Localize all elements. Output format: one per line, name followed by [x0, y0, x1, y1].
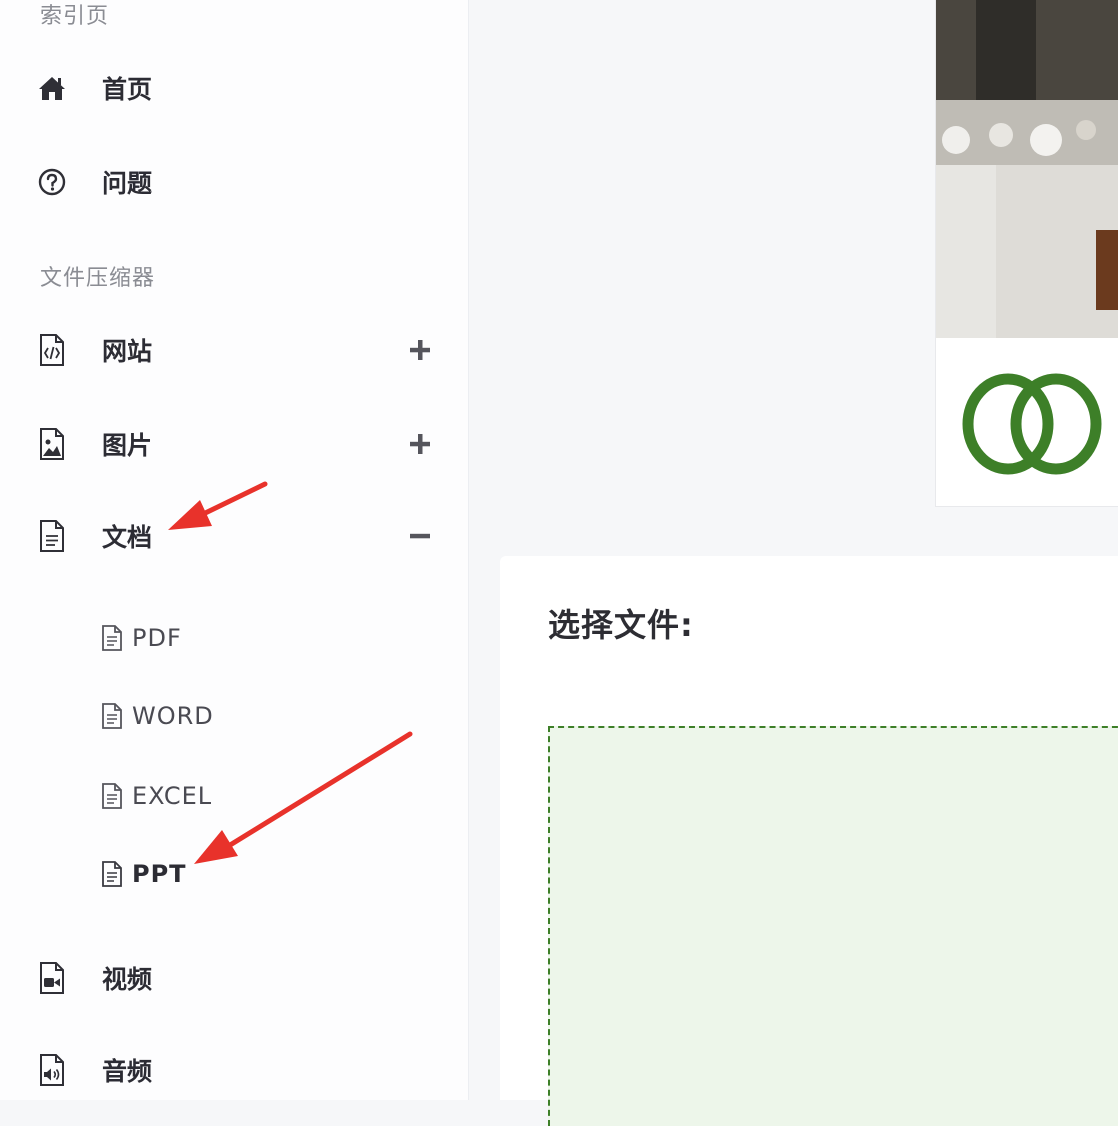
file-drop-zone[interactable] — [548, 726, 1118, 1126]
sidebar-item-label: 首页 — [102, 75, 153, 104]
help-circle-icon — [36, 166, 68, 198]
sidebar-item-label: 视频 — [102, 965, 153, 994]
file-select-card: 选择文件: — [500, 556, 1118, 1126]
preview-card — [935, 0, 1118, 507]
preview-photo — [936, 0, 1118, 338]
sidebar-item-video[interactable]: 视频 — [0, 948, 468, 1008]
sidebar-subitem-label: EXCEL — [132, 782, 213, 810]
expand-plus-icon[interactable] — [404, 428, 436, 460]
section-title-compressor: 文件压缩器 — [40, 266, 156, 291]
sidebar-subitem-ppt[interactable]: PPT — [100, 854, 187, 894]
sidebar-subitem-label: PPT — [132, 860, 187, 888]
sidebar-subitem-word[interactable]: WORD — [100, 696, 214, 736]
sidebar-item-label: 网站 — [102, 337, 153, 366]
sidebar-item-documents[interactable]: 文档 — [0, 506, 468, 566]
video-file-icon — [36, 962, 68, 994]
section-title-index: 索引页 — [40, 4, 110, 29]
brand-logo-icon — [962, 372, 1102, 484]
sidebar-item-label: 文档 — [102, 523, 153, 552]
sidebar-item-audio[interactable]: 音频 — [0, 1040, 468, 1100]
sidebar-item-website[interactable]: 网站 — [0, 320, 468, 380]
document-small-icon — [100, 623, 126, 653]
code-file-icon — [36, 334, 68, 366]
image-file-icon — [36, 428, 68, 460]
page-title: 选择文件: — [548, 606, 694, 644]
sidebar-subitem-excel[interactable]: EXCEL — [100, 776, 212, 816]
sidebar-item-label: 问题 — [102, 169, 153, 198]
sidebar-subitem-label: WORD — [132, 702, 214, 730]
sidebar-subitem-pdf[interactable]: PDF — [100, 618, 182, 658]
document-small-icon — [100, 781, 126, 811]
document-file-icon — [36, 520, 68, 552]
collapse-minus-icon[interactable] — [404, 520, 436, 552]
sidebar-item-label: 音频 — [102, 1057, 153, 1086]
sidebar-subitem-label: PDF — [132, 624, 182, 652]
expand-plus-icon[interactable] — [404, 334, 436, 366]
home-icon — [36, 72, 68, 104]
document-small-icon — [100, 859, 126, 889]
sidebar: 索引页 首页 问题 文件压缩器 网站 图片 文档 PDF WORD EXCEL … — [0, 0, 469, 1100]
audio-file-icon — [36, 1054, 68, 1086]
sidebar-item-home[interactable]: 首页 — [0, 58, 468, 118]
document-small-icon — [100, 701, 126, 731]
sidebar-item-images[interactable]: 图片 — [0, 414, 468, 474]
sidebar-item-label: 图片 — [102, 431, 153, 460]
sidebar-item-help[interactable]: 问题 — [0, 152, 468, 212]
